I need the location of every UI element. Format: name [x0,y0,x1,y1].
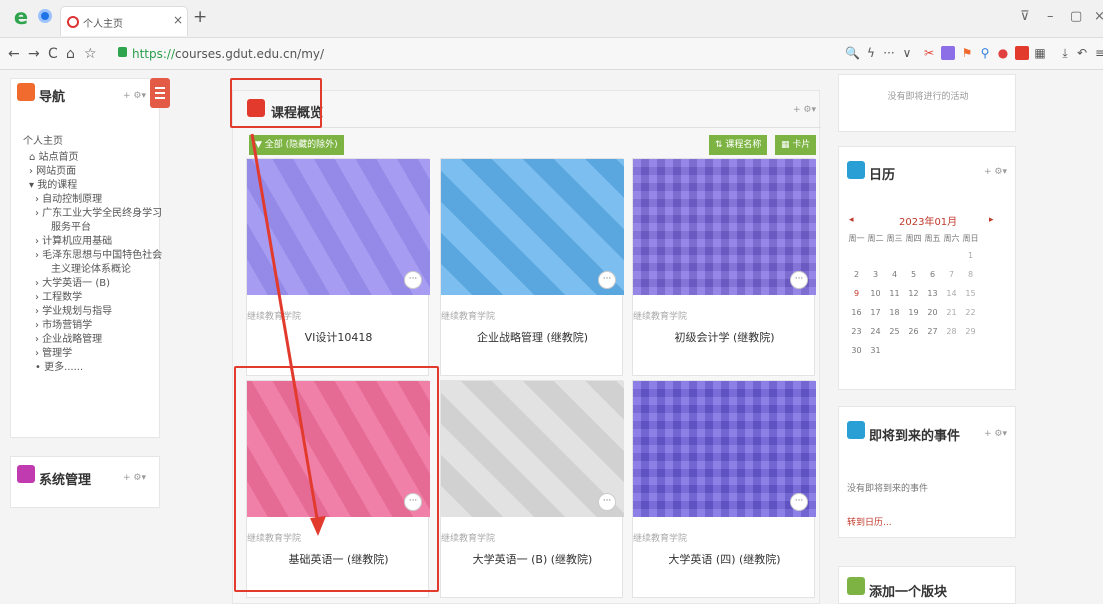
calendar-day[interactable]: 10 [866,289,885,298]
calendar-day[interactable]: 16 [847,308,866,317]
add-block-title[interactable]: 添加一个版块 [869,581,947,600]
calendar-week-row: 2345678 [847,270,1007,279]
calendar-weekday: 周二 [867,234,884,243]
calendar-day[interactable]: 26 [904,327,923,336]
upcoming-events-block: 即将到来的事件 + ⚙▾ 没有即将到来的事件 转到日历... [838,406,1016,538]
calendar-day[interactable]: 6 [923,270,942,279]
calendar-grid: 周一 周二 周三 周四 周五 周六 周日 1 2 3 4 5 6 7 8 9 10 11 12 13 14 15 16 17 1… [847,233,1007,383]
calendar-prev-icon[interactable]: ◂ [849,215,854,225]
add-block-icon [847,577,865,595]
calendar-day[interactable]: 27 [923,327,942,336]
events-controls[interactable]: + ⚙▾ [984,429,1007,439]
grid-apps-icon[interactable]: ▦ [1033,46,1047,60]
calendar-week-row: 30 31 [847,346,1007,355]
star-icon[interactable]: ☆ [84,46,97,62]
events-title: 即将到来的事件 [869,429,961,444]
restore-button[interactable]: ▢ [1070,9,1082,24]
search-icon[interactable]: 🔍 [845,46,860,60]
calendar-week-row: 16 17 18 19 20 21 22 [847,308,1007,317]
lock-icon [118,47,127,57]
calendar-day[interactable]: 8 [961,270,980,279]
timeline-block: 没有即将进行的活动 [838,74,1016,132]
calendar-day[interactable]: 18 [885,308,904,317]
undo-icon[interactable]: ↶ [1075,46,1089,60]
calendar-day[interactable]: 11 [885,289,904,298]
calendar-day[interactable]: 14 [942,289,961,298]
calendar-day[interactable]: 3 [866,270,885,279]
lightning-icon[interactable]: ϟ [864,46,878,60]
browser-tab-bar: e 个人主页 × + ⊽ – ▢ × [0,0,1103,38]
calendar-day[interactable]: 9 [847,289,866,298]
new-tab-button[interactable]: + [193,7,207,27]
calendar-weekday: 周五 [924,234,941,243]
calendar-day[interactable]: 31 [866,346,885,355]
url-field[interactable]: https://courses.gdut.edu.cn/my/ [132,47,324,61]
calendar-day[interactable]: 29 [961,327,980,336]
extension-purple-icon[interactable] [941,46,955,60]
calendar-day[interactable]: 21 [942,308,961,317]
browser-account-icon[interactable] [38,9,52,23]
more-icon[interactable]: ··· [882,46,896,60]
extension-search-icon[interactable]: ⚲ [978,46,992,60]
calendar-day[interactable]: 30 [847,346,866,355]
scissors-icon[interactable]: ✂ [922,46,936,60]
calendar-day[interactable]: 7 [942,270,961,279]
calendar-month: 2023年01月 [899,217,958,228]
calendar-day[interactable]: 13 [923,289,942,298]
calendar-day[interactable]: 2 [847,270,866,279]
calendar-day[interactable]: 25 [885,327,904,336]
calendar-day[interactable]: 1 [961,251,980,260]
calendar-day[interactable]: 12 [904,289,923,298]
timeline-empty-text: 没有即将进行的活动 [887,92,969,102]
page-body: 导航 + ⚙▾ 个人主页 ⌂ 站点首页 › 网站页面 ▾ 我的课程 › 自动控制原理 › … [0,70,1103,604]
calendar-weekday: 周一 [848,234,865,243]
calendar-week-row: 1 [847,251,1007,260]
events-empty-text: 没有即将到来的事件 [847,484,929,494]
calendar-day[interactable]: 22 [961,308,980,317]
calendar-day[interactable]: 19 [904,308,923,317]
calendar-weekday: 周六 [943,234,960,243]
calendar-week-row: 9 10 11 12 13 14 15 [847,289,1007,298]
browser-logo-icon[interactable]: e [10,6,32,28]
calendar-icon [847,161,865,179]
calendar-day[interactable]: 24 [866,327,885,336]
home-icon[interactable]: ⌂ [66,46,75,62]
minimize-button[interactable]: – [1047,9,1054,24]
calendar-day[interactable]: 4 [885,270,904,279]
calendar-day[interactable]: 5 [904,270,923,279]
site-favicon-icon [67,16,79,28]
download-icon[interactable]: ⤓ [1058,46,1072,60]
calendar-day[interactable]: 20 [923,308,942,317]
tab-personal-home[interactable]: 个人主页 × [60,6,188,36]
calendar-block: 日历 + ⚙▾ ◂ 2023年01月 ▸ 周一 周二 周三 周四 周五 周六 周日 1 2 3 4 5… [838,146,1016,390]
add-block-block: 添加一个版块 [838,566,1016,604]
forward-icon[interactable]: → [28,46,40,62]
calendar-day[interactable]: 17 [866,308,885,317]
calendar-weekday: 周三 [886,234,903,243]
extension-box-icon[interactable] [1015,46,1029,60]
calendar-day[interactable]: 28 [942,327,961,336]
go-to-calendar-link[interactable]: 转到日历... [847,515,892,528]
menu-icon[interactable]: ≡ [1093,46,1103,60]
calendar-day[interactable]: 15 [961,289,980,298]
back-icon[interactable]: ← [8,46,20,62]
calendar-weekday-row: 周一 周二 周三 周四 周五 周六 周日 [847,233,1007,244]
address-bar: ← → C ⌂ ☆ https://courses.gdut.edu.cn/my… [0,38,1103,70]
tab-title: 个人主页 [83,19,123,30]
dropdown-icon[interactable]: ∨ [900,46,914,60]
calendar-controls[interactable]: + ⚙▾ [984,167,1007,177]
tab-close-icon[interactable]: × [173,13,183,27]
calendar-weekday: 周四 [905,234,922,243]
calendar-week-row: 23 24 25 26 27 28 29 [847,327,1007,336]
events-icon [847,421,865,439]
pin-icon[interactable]: ⊽ [1020,9,1030,24]
calendar-next-icon[interactable]: ▸ [989,215,994,225]
bookmark-flag-icon[interactable]: ⚑ [960,46,974,60]
calendar-weekday: 周日 [962,234,979,243]
calendar-title: 日历 [869,168,896,183]
extension-red-icon[interactable]: ● [996,46,1010,60]
close-window-button[interactable]: × [1094,9,1103,24]
reload-icon[interactable]: C [48,46,58,62]
calendar-day[interactable]: 23 [847,327,866,336]
